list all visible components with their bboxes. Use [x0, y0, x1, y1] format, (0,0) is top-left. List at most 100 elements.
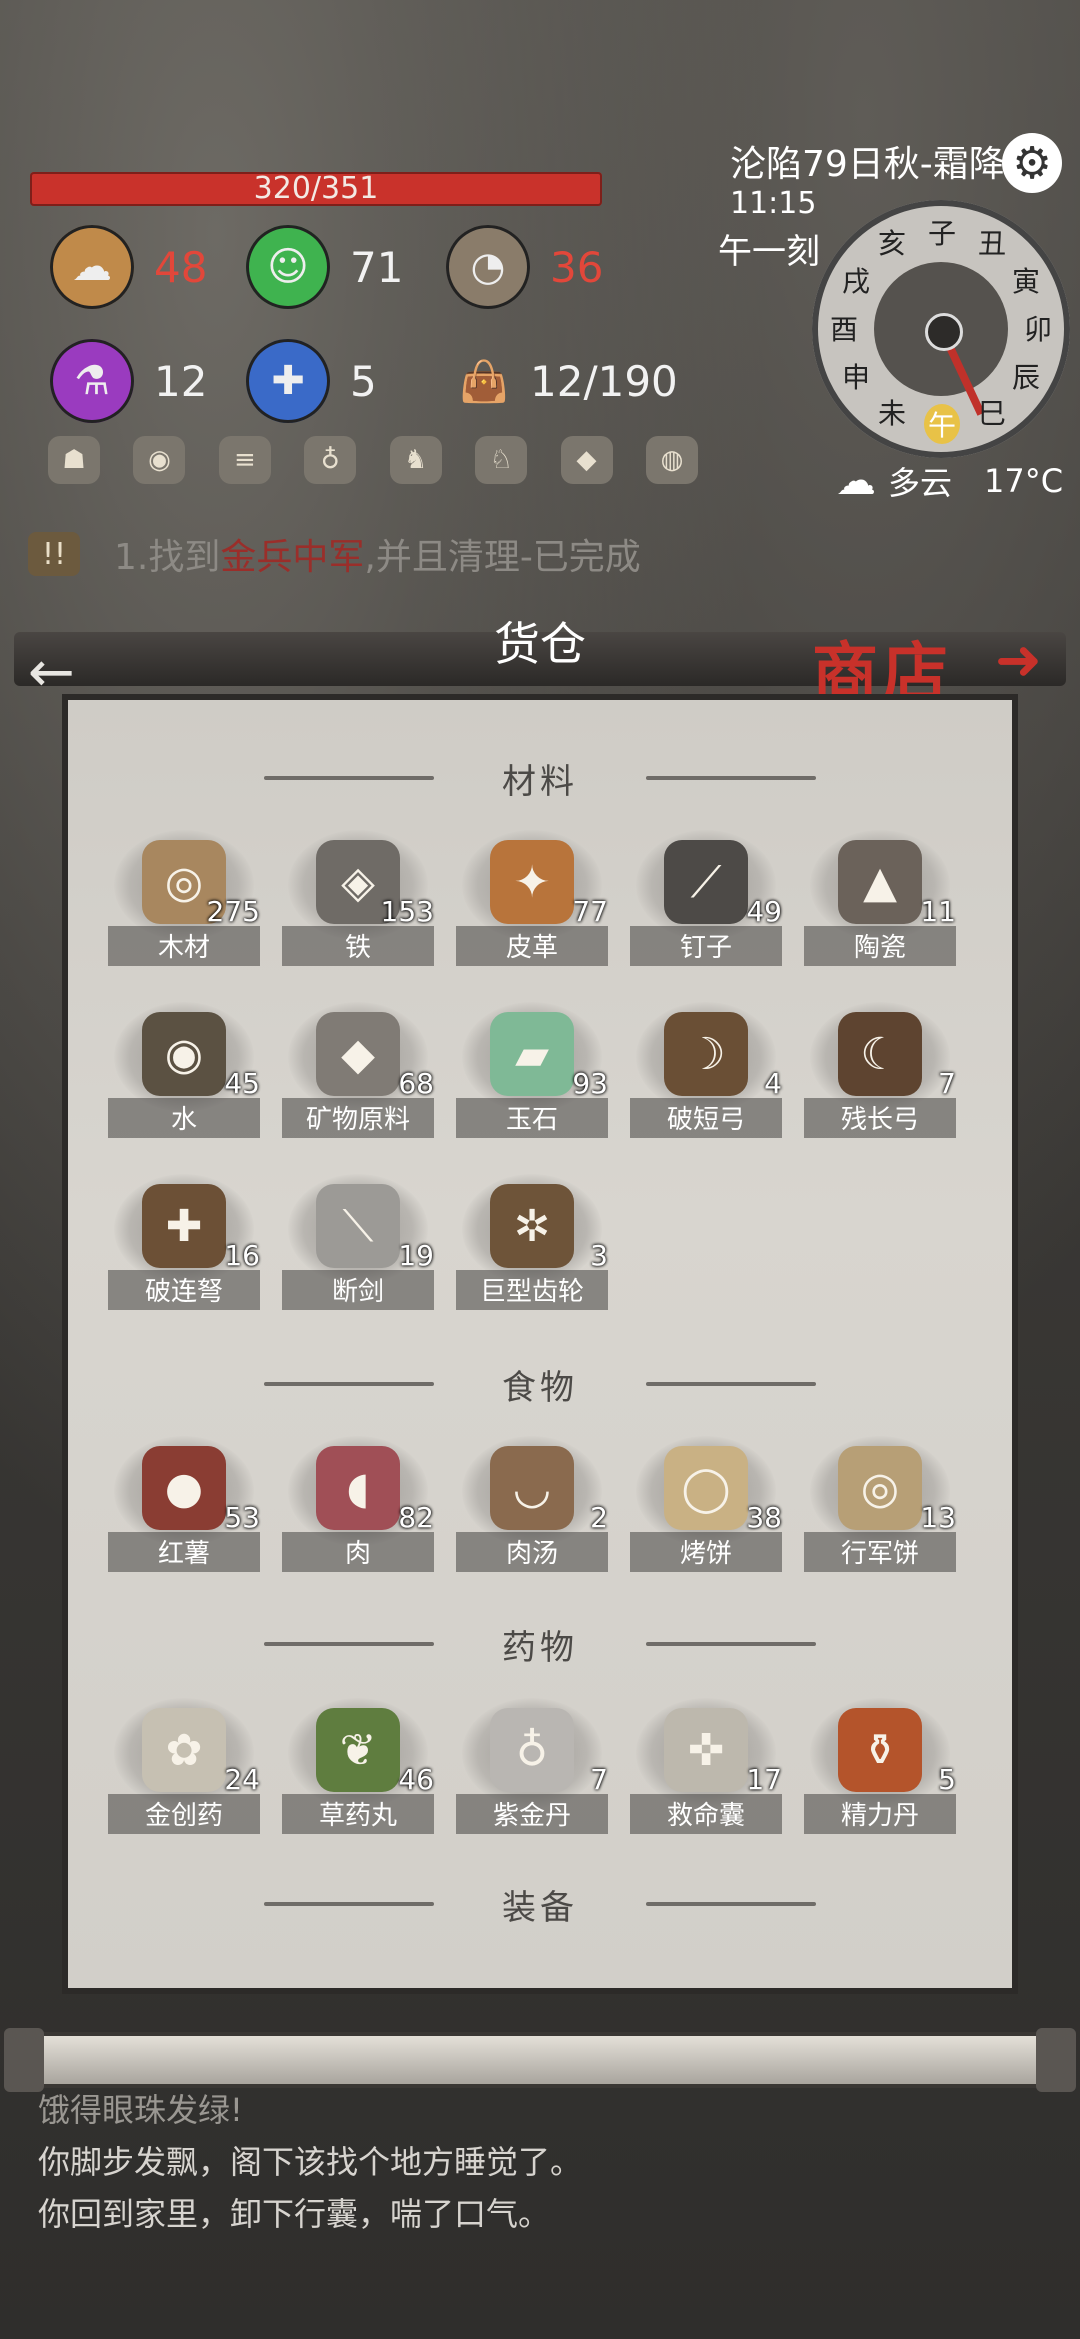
bandage-stat[interactable]: ✚ 5 [246, 336, 377, 426]
inventory-item[interactable]: ⚱ 精力丹 5 [804, 1698, 956, 1834]
settings-gear-icon[interactable]: ⚙ [1002, 133, 1062, 193]
time-text: 11:15 [730, 186, 817, 221]
item-name: 皮革 [505, 933, 558, 963]
sweet-potato-icon: ● [142, 1446, 226, 1530]
quest-target: 金兵中军 [220, 537, 365, 578]
hunger-value: 36 [550, 242, 604, 292]
hour-wei: 未 [877, 397, 906, 430]
quest-line[interactable]: !! 1.找到 金兵中军 ,并且清理-已完成 [28, 528, 641, 580]
bones-icon[interactable]: ☗ [48, 436, 100, 484]
stomach-icon: ◔ [446, 225, 530, 309]
inventory-item[interactable]: ◯ 烤饼 38 [630, 1436, 782, 1572]
rescue-kit-icon: ✜ [664, 1708, 748, 1792]
bandage-value: 5 [350, 356, 377, 406]
sack-icon[interactable]: ◆ [560, 436, 613, 484]
log-line-3: 你回到家里，卸下行囊，喘了口气。 [38, 2195, 551, 2233]
item-count: 68 [398, 1067, 434, 1100]
item-count: 3 [590, 1239, 608, 1272]
status-effect-icons: ☗ ◉ ≡ ♁ ♞ ♘ ◆ ◍ [48, 432, 698, 488]
sanity-stat[interactable]: ☁ 48 [50, 222, 207, 312]
weather-condition: 多云 [888, 464, 953, 502]
inventory-item[interactable]: ◡ 肉汤 2 [456, 1436, 608, 1572]
inventory-item[interactable]: ◉ 水 45 [108, 1002, 260, 1138]
section-equipment-title: 装备 [68, 1880, 1012, 1929]
item-count: 5 [938, 1763, 956, 1796]
ceramic-icon: ▲ [838, 840, 922, 924]
item-name: 陶瓷 [853, 933, 906, 963]
inventory-item[interactable]: ▰ 玉石 93 [456, 1002, 608, 1138]
horse-icon[interactable]: ♘ [475, 436, 528, 484]
inventory-item[interactable]: ⟍ 断剑 19 [282, 1174, 434, 1310]
scroll-bottom-rod [4, 2028, 1076, 2092]
inventory-item[interactable]: ✦ 皮革 77 [456, 830, 608, 966]
hunger-stat[interactable]: ◔ 36 [446, 222, 603, 312]
medicine-grid: ✿ 金创药 24 ❦ 草药丸 46 ♁ 紫金丹 7 ✜ 救命囊 17 ⚱ 精力丹 5 [108, 1698, 972, 1834]
section-food-title: 食物 [68, 1360, 1012, 1409]
item-name: 铁 [344, 933, 371, 963]
ration-cake-icon: ◎ [838, 1446, 922, 1530]
item-count: 24 [224, 1763, 260, 1796]
lamp-icon[interactable]: ◍ [645, 436, 698, 484]
log-line-1: 饿得眼珠发绿! [38, 2091, 243, 2129]
hour-yin: 寅 [1011, 265, 1040, 298]
item-count: 7 [938, 1067, 956, 1100]
inventory-item[interactable]: ☽ 破短弓 4 [630, 1002, 782, 1138]
item-name: 断剑 [331, 1277, 384, 1307]
hp-bar: 320/351 [30, 172, 602, 206]
item-name: 肉汤 [505, 1539, 558, 1569]
item-count: 17 [746, 1763, 782, 1796]
inventory-item[interactable]: ❦ 草药丸 46 [282, 1698, 434, 1834]
inventory-item[interactable]: ◆ 矿物原料 68 [282, 1002, 434, 1138]
jade-icon: ▰ [490, 1012, 574, 1096]
hour-mao: 卯 [1023, 313, 1052, 346]
inventory-item[interactable]: ✲ 巨型齿轮 3 [456, 1174, 608, 1310]
shop-arrow-icon[interactable]: ➜ [995, 628, 1042, 693]
quest-alert-icon: !! [28, 532, 80, 576]
coins-icon[interactable]: ≡ [218, 436, 271, 484]
item-name: 烤饼 [679, 1539, 732, 1569]
boots-icon[interactable]: ♞ [389, 436, 442, 484]
quest-suffix: ,并且清理-已完成 [364, 537, 641, 578]
hour-you: 酉 [829, 313, 858, 346]
weather-temp: 17°C [984, 462, 1064, 500]
mineral-icon: ◆ [316, 1012, 400, 1096]
lantern-icon[interactable]: ◉ [133, 436, 186, 484]
item-count: 46 [398, 1763, 434, 1796]
broken-bow-icon: ☽ [664, 1012, 748, 1096]
hour-shen: 申 [841, 361, 870, 394]
bag-stat[interactable]: 👜 12/190 [444, 336, 678, 426]
potion-stat[interactable]: ⚗ 12 [50, 336, 207, 426]
hour-wu-current: 午 [924, 404, 960, 444]
section-materials-title: 材料 [68, 754, 1012, 803]
inventory-item[interactable]: ● 红薯 53 [108, 1436, 260, 1572]
item-name: 钉子 [679, 933, 732, 963]
item-name: 紫金丹 [492, 1801, 571, 1831]
inventory-item[interactable]: ▲ 陶瓷 11 [804, 830, 956, 966]
hour-hai: 亥 [877, 227, 906, 260]
item-count: 153 [380, 895, 434, 928]
potion-value: 12 [154, 356, 208, 406]
bottle-icon: ♁ [490, 1708, 574, 1792]
inventory-item[interactable]: ☾ 残长弓 7 [804, 1002, 956, 1138]
item-count: 13 [920, 1501, 956, 1534]
time-dial[interactable]: 亥 子 丑 寅 卯 辰 巳 午 未 申 酉 戌 [812, 200, 1070, 458]
inventory-panel[interactable]: 材料 ◎ 木材 275 ◈ 铁 153 ✦ 皮革 77 ⟋ 钉子 49 ▲ 陶瓷 11 ◉ 水 45 ◆ 矿物原料 68… [68, 700, 1012, 1988]
inventory-item[interactable]: ✚ 破连弩 16 [108, 1174, 260, 1310]
inventory-item[interactable]: ✿ 金创药 24 [108, 1698, 260, 1834]
item-count: 49 [746, 895, 782, 928]
inventory-item[interactable]: ♁ 紫金丹 7 [456, 1698, 608, 1834]
hour-si: 巳 [977, 397, 1006, 430]
inventory-item[interactable]: ◎ 木材 275 [108, 830, 260, 966]
inventory-item[interactable]: ◖ 肉 82 [282, 1436, 434, 1572]
inventory-item[interactable]: ⟋ 钉子 49 [630, 830, 782, 966]
mood-stat[interactable]: ☺ 71 [246, 222, 403, 312]
inventory-item[interactable]: ◎ 行军饼 13 [804, 1436, 956, 1572]
item-name: 玉石 [505, 1105, 558, 1135]
inventory-item[interactable]: ◈ 铁 153 [282, 830, 434, 966]
vase-icon[interactable]: ♁ [304, 436, 357, 484]
item-count: 16 [224, 1239, 260, 1272]
item-count: 53 [224, 1501, 260, 1534]
herb-pill-icon: ❦ [316, 1708, 400, 1792]
item-count: 45 [224, 1067, 260, 1100]
inventory-item[interactable]: ✜ 救命囊 17 [630, 1698, 782, 1834]
